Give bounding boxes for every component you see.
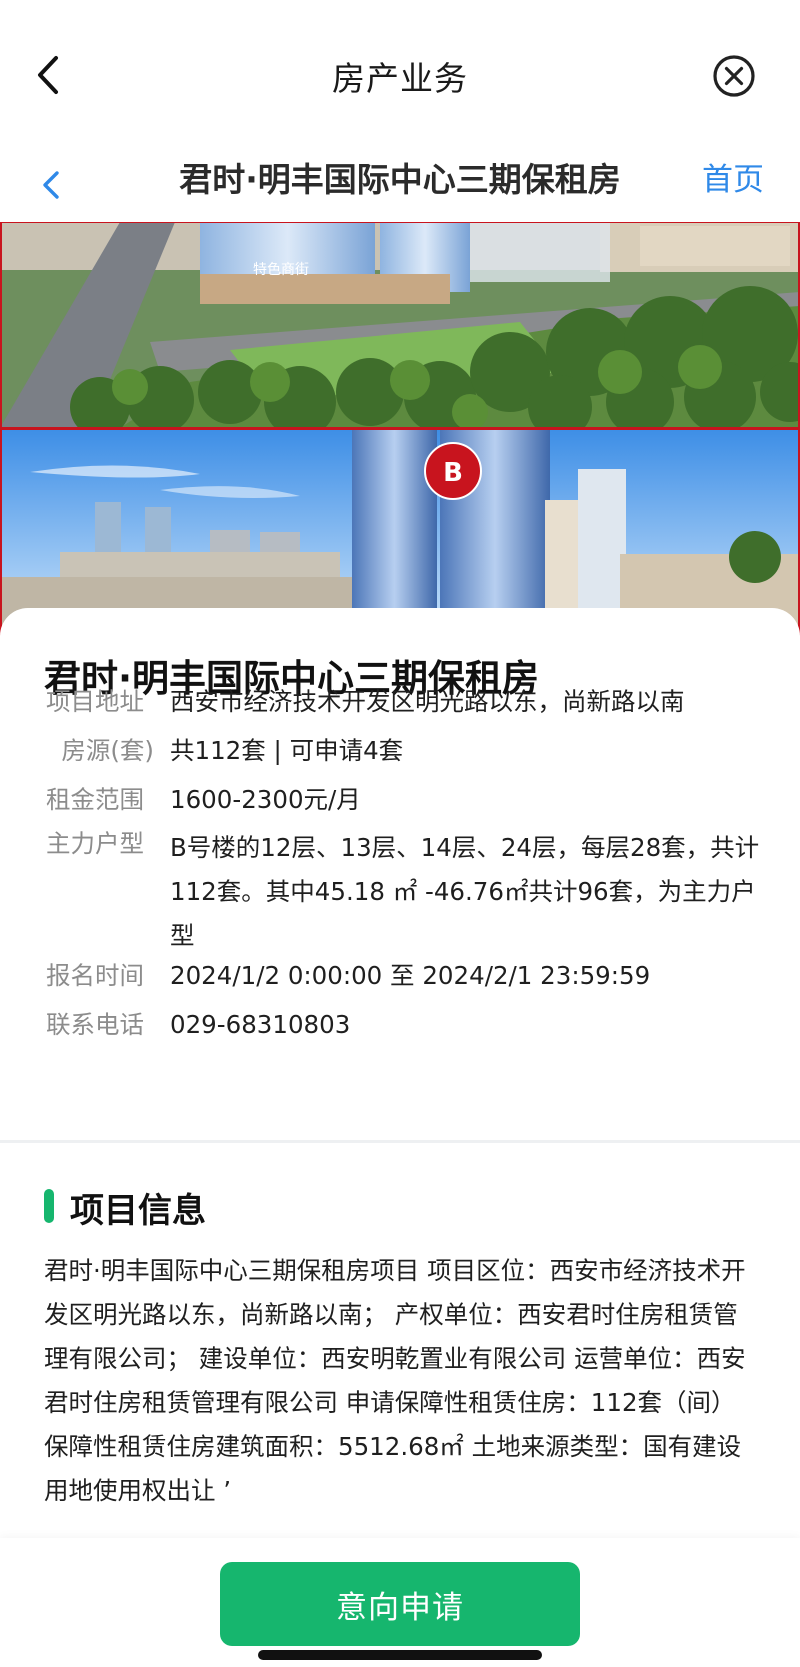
section-accent-bar (44, 1189, 54, 1223)
project-detail-card: 君时·明丰国际中心三期保租房 项目地址 西安市经济技术开发区明光路以东，尚新路以… (0, 608, 800, 1138)
detail-value: 共112套 | 可申请4套 (170, 736, 404, 765)
home-link[interactable]: 首页 (702, 154, 764, 199)
footer-bar: 意向申请 (0, 1538, 800, 1667)
detail-value: 西安市经济技术开发区明光路以东，尚新路以南 (170, 687, 685, 716)
sub-nav-bar: 君时·明丰国际中心三期保租房 首页 (0, 150, 800, 222)
detail-value[interactable]: 029-68310803 (170, 999, 800, 1051)
apply-button[interactable]: 意向申请 (220, 1562, 580, 1646)
building-b-marker-label: B (443, 458, 463, 488)
home-indicator (258, 1650, 542, 1660)
project-rendering-image: 特色商街 B (0, 222, 800, 642)
detail-label: 主力户型 (46, 829, 144, 858)
section-heading: 项目信息 (70, 1191, 206, 1231)
page-title: 房产业务 (332, 59, 468, 98)
close-circle-icon[interactable] (712, 54, 756, 98)
nav-bar: 房产业务 (0, 0, 800, 150)
shopping-street-sign: 特色商街 (253, 261, 309, 278)
project-info-section: 项目信息 君时·明丰国际中心三期保租房项目 项目区位：西安市经济技术开发区明光路… (0, 1143, 800, 1533)
sub-page-title: 君时·明丰国际中心三期保租房 (179, 160, 621, 199)
detail-label: 项目地址 (46, 687, 144, 716)
detail-value: B号楼的12层、13层、14层、24层，每层28套，共计112套。其中45.18… (170, 833, 760, 950)
building-b-marker: B (424, 442, 482, 500)
detail-value: 2024/1/2 0:00:00 至 2024/2/1 23:59:59 (170, 961, 651, 990)
detail-value: 1600-2300元/月 (170, 785, 361, 814)
detail-label: 报名时间 (46, 961, 144, 990)
detail-label: 房源(套) (61, 736, 154, 765)
detail-label: 联系电话 (46, 1010, 144, 1039)
project-info-text: 君时·明丰国际中心三期保租房项目 项目区位：西安市经济技术开发区明光路以东，尚新… (44, 1256, 746, 1505)
